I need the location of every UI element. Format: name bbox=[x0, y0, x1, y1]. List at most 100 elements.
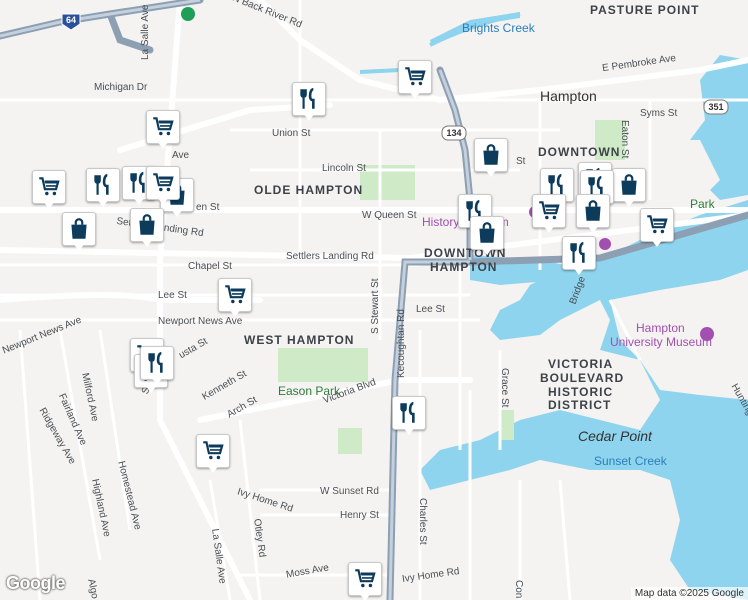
marker-pointer bbox=[43, 201, 55, 209]
map-marker-restaurant[interactable] bbox=[140, 346, 174, 388]
marker-pointer bbox=[141, 239, 153, 247]
marker-pointer bbox=[651, 239, 663, 247]
marker-pointer bbox=[73, 243, 85, 251]
street-label-lincoln: Lincoln St bbox=[322, 163, 366, 174]
route-351-shield: 351 bbox=[708, 102, 724, 112]
area-label-pasture-point: PASTURE POINT bbox=[590, 3, 700, 17]
restaurant-icon bbox=[562, 236, 596, 270]
map-marker-shopping-cart[interactable] bbox=[218, 278, 252, 320]
street-label-w-sunset: W Sunset Rd bbox=[320, 486, 379, 497]
map-marker-shopping-cart[interactable] bbox=[32, 170, 66, 212]
street-label-lincoln-st-right: St bbox=[516, 156, 526, 167]
map-marker-shopping-bag[interactable] bbox=[612, 168, 646, 210]
marker-pointer bbox=[481, 247, 493, 255]
map-marker-shopping-bag[interactable] bbox=[470, 216, 504, 258]
street-label-syms: Syms St bbox=[640, 108, 678, 119]
map-canvas[interactable]: 64 134 351 PASTURE POINT Hampton DOWNTOW… bbox=[0, 0, 748, 600]
map-marker-shopping-cart[interactable] bbox=[146, 110, 180, 152]
marker-pointer bbox=[485, 169, 497, 177]
area-label-downtown: DOWNTOWN bbox=[538, 145, 621, 159]
marker-pointer bbox=[133, 197, 145, 205]
restaurant-icon bbox=[292, 82, 326, 116]
place-label-cedar-point: Cedar Point bbox=[578, 428, 652, 444]
marker-pointer bbox=[409, 91, 421, 99]
park-label-waterfront: Park bbox=[690, 197, 715, 211]
shopping-bag-icon bbox=[576, 194, 610, 228]
shopping-cart-icon bbox=[32, 170, 66, 204]
map-marker-shopping-cart[interactable] bbox=[532, 194, 566, 236]
marker-pointer bbox=[303, 113, 315, 121]
street-label-s-stewart: S Stewart St bbox=[370, 278, 381, 334]
street-label-chapel: Chapel St bbox=[188, 261, 232, 272]
poi-label-univ-museum-line1[interactable]: Hampton bbox=[636, 322, 685, 334]
shopping-cart-icon bbox=[640, 208, 674, 242]
map-marker-shopping-bag[interactable] bbox=[62, 212, 96, 254]
map-marker-restaurant[interactable] bbox=[292, 82, 326, 124]
marker-pointer bbox=[207, 465, 219, 473]
water-label-brights-creek: Brights Creek bbox=[462, 21, 535, 35]
street-label-lee-right: Lee St bbox=[416, 304, 445, 315]
map-marker-shopping-cart[interactable] bbox=[196, 434, 230, 476]
map-marker-shopping-cart[interactable] bbox=[398, 60, 432, 102]
shopping-cart-icon bbox=[398, 60, 432, 94]
shopping-bag-icon bbox=[470, 216, 504, 250]
street-label-con: Con bbox=[513, 580, 524, 599]
marker-pointer bbox=[543, 225, 555, 233]
street-label-la-salle-top: La Salle Ave bbox=[140, 4, 151, 60]
map-marker-shopping-bag[interactable] bbox=[474, 138, 508, 180]
shopping-cart-icon bbox=[196, 434, 230, 468]
map-marker-shopping-cart[interactable] bbox=[146, 166, 180, 208]
restaurant-icon bbox=[86, 168, 120, 202]
street-label-union: Union St bbox=[272, 128, 311, 139]
restaurant-icon bbox=[140, 346, 174, 380]
interstate-64-shield: 64 bbox=[65, 15, 76, 25]
map-credit[interactable]: Map data ©2025 Google bbox=[630, 587, 748, 600]
marker-pointer bbox=[229, 309, 241, 317]
restaurant-icon bbox=[392, 396, 426, 430]
map-marker-restaurant[interactable] bbox=[86, 168, 120, 210]
route-134-shield: 134 bbox=[446, 128, 462, 138]
google-logo: Google bbox=[6, 573, 66, 593]
area-label-downtown-hampton-line2: HAMPTON bbox=[430, 260, 498, 274]
area-label-olde-hampton: OLDE HAMPTON bbox=[254, 183, 364, 197]
city-label-hampton: Hampton bbox=[540, 88, 597, 104]
street-label-michigan: Michigan Dr bbox=[94, 82, 148, 93]
shopping-cart-icon bbox=[146, 166, 180, 200]
marker-pointer bbox=[403, 427, 415, 435]
street-label-eaton: Eaton St bbox=[619, 120, 630, 159]
shopping-bag-icon bbox=[474, 138, 508, 172]
shopping-cart-icon bbox=[218, 278, 252, 312]
marker-pointer bbox=[587, 225, 599, 233]
marker-pointer bbox=[157, 141, 169, 149]
shopping-bag-icon bbox=[62, 212, 96, 246]
shopping-cart-icon bbox=[146, 110, 180, 144]
marker-pointer bbox=[573, 267, 585, 275]
area-label-victoria-line2: BOULEVARD bbox=[540, 371, 625, 385]
area-label-victoria-line1: VICTORIA bbox=[548, 357, 614, 371]
street-label-w-queen: W Queen St bbox=[362, 210, 417, 221]
map-marker-shopping-cart[interactable] bbox=[640, 208, 674, 250]
poi-label-univ-museum-line2[interactable]: University Museum bbox=[610, 336, 712, 348]
street-label-kecoughtan: Kecoughtan Rd bbox=[396, 309, 407, 378]
map-marker-shopping-bag[interactable] bbox=[130, 208, 164, 250]
area-label-west-hampton: WEST HAMPTON bbox=[244, 333, 355, 347]
area-label-victoria-line4: DISTRICT bbox=[548, 398, 612, 412]
street-label-lee-left: Lee St bbox=[158, 290, 187, 301]
area-label-victoria-line3: HISTORIC bbox=[548, 385, 614, 399]
shopping-bag-icon bbox=[130, 208, 164, 242]
marker-pointer bbox=[97, 199, 109, 207]
map-marker-restaurant[interactable] bbox=[392, 396, 426, 438]
shopping-bag-icon bbox=[612, 168, 646, 202]
map-marker-restaurant[interactable] bbox=[562, 236, 596, 278]
street-label-henry: Henry St bbox=[340, 510, 379, 521]
street-label-queen-left: en St bbox=[196, 202, 220, 213]
shopping-cart-icon bbox=[532, 194, 566, 228]
water-label-sunset-creek: Sunset Creek bbox=[594, 454, 667, 468]
marker-pointer bbox=[151, 377, 163, 385]
marker-pointer bbox=[171, 209, 183, 217]
shopping-cart-icon bbox=[348, 562, 382, 596]
marker-pointer bbox=[623, 199, 635, 207]
map-marker-shopping-bag[interactable] bbox=[576, 194, 610, 236]
map-marker-shopping-cart[interactable] bbox=[348, 562, 382, 600]
street-label-settlers: Settlers Landing Rd bbox=[286, 251, 374, 262]
